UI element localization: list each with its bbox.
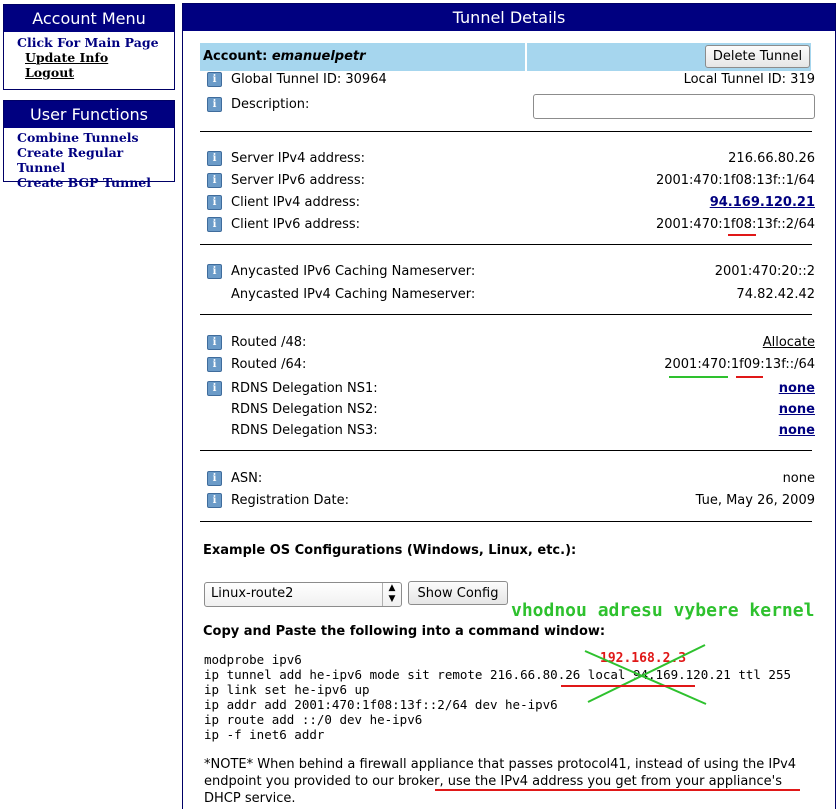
asn-value: none xyxy=(782,471,815,486)
asn-label: ASN: xyxy=(231,471,263,486)
info-icon[interactable]: i xyxy=(207,195,222,210)
client-ipv6-value: 2001:470:1f08:13f::2/64 xyxy=(655,217,815,232)
anycast-v4-label: Anycasted IPv4 Caching Nameserver: xyxy=(231,287,476,302)
tunnel-details-panel: Tunnel Details Account: emanuelpetr Dele… xyxy=(182,3,836,809)
logout-link[interactable]: Logout xyxy=(17,65,174,80)
combine-tunnels-link[interactable]: Combine Tunnels xyxy=(17,130,174,145)
divider xyxy=(200,450,812,451)
client-ipv4-link[interactable]: 94.169.120.21 xyxy=(710,193,815,213)
create-regular-tunnel-link[interactable]: Create Regular Tunnel xyxy=(17,145,174,175)
client-ipv4-row: i Client IPv4 address: 94.169.120.21 xyxy=(207,193,815,213)
os-select-value: Linux-route2 xyxy=(211,586,294,601)
info-icon[interactable]: i xyxy=(207,381,222,396)
info-icon[interactable]: i xyxy=(207,357,222,372)
divider xyxy=(200,314,812,315)
divider xyxy=(200,521,812,522)
account-name: emanuelpetr xyxy=(271,49,366,64)
updown-arrows-icon: ▲ ▼ xyxy=(382,583,401,606)
main-page-link[interactable]: Click For Main Page xyxy=(17,35,174,50)
info-icon[interactable]: i xyxy=(207,151,222,166)
anycast-v4-row: Anycasted IPv4 Caching Nameserver: 74.82… xyxy=(207,285,815,305)
routed64-row: i Routed /64: 2001:470:1f09:13f::/64 xyxy=(207,355,815,375)
rdns3-link[interactable]: none xyxy=(779,421,815,441)
client-ipv6-row: i Client IPv6 address: 2001:470:1f08:13f… xyxy=(207,215,815,235)
rdns3-label: RDNS Delegation NS3: xyxy=(231,423,378,438)
user-functions-panel: User Functions Combine Tunnels Create Re… xyxy=(3,100,175,190)
account-label: Account: emanuelpetr xyxy=(203,49,366,64)
info-icon[interactable]: i xyxy=(207,72,222,87)
rdns2-link[interactable]: none xyxy=(779,400,815,420)
rdns3-row: RDNS Delegation NS3: none xyxy=(207,421,815,441)
red-annotation-text: 192.168.2.3 xyxy=(600,651,687,666)
create-bgp-tunnel-link[interactable]: Create BGP Tunnel xyxy=(17,175,174,190)
registration-label: Registration Date: xyxy=(231,493,349,508)
client-ipv6-label: Client IPv6 address: xyxy=(231,217,360,232)
routed64-value: 2001:470:1f09:13f::/64 xyxy=(664,357,815,372)
client-ipv4-label: Client IPv4 address: xyxy=(231,195,360,210)
server-ipv6-label: Server IPv6 address: xyxy=(231,173,365,188)
info-icon[interactable]: i xyxy=(207,471,222,486)
info-icon[interactable]: i xyxy=(207,217,222,232)
routed48-row: i Routed /48: Allocate xyxy=(207,333,815,353)
account-bar: Account: emanuelpetr Delete Tunnel xyxy=(200,43,811,71)
os-config-title: Example OS Configurations (Windows, Linu… xyxy=(203,543,577,558)
allocate-link[interactable]: Allocate xyxy=(763,333,815,353)
registration-value: Tue, May 26, 2009 xyxy=(695,493,815,508)
green-annotation-text: vhodnou adresu vybere kernel xyxy=(511,600,815,621)
registration-row: i Registration Date: Tue, May 26, 2009 xyxy=(207,491,815,511)
account-menu-panel: Account Menu Click For Main Page Update … xyxy=(3,4,175,90)
info-icon[interactable]: i xyxy=(207,173,222,188)
server-ipv6-value: 2001:470:1f08:13f::1/64 xyxy=(655,173,815,188)
anycast-v4-value: 74.82.42.42 xyxy=(736,287,815,302)
global-tunnel-id: Global Tunnel ID: 30964 xyxy=(231,72,387,87)
user-functions-title: User Functions xyxy=(4,101,174,128)
config-code: modprobe ipv6 ip tunnel add he-ipv6 mode… xyxy=(204,652,791,742)
rdns1-link[interactable]: none xyxy=(779,379,815,399)
info-icon[interactable]: i xyxy=(207,493,222,508)
asn-row: i ASN: none xyxy=(207,469,815,489)
tunnel-id-row: i Global Tunnel ID: 30964 Local Tunnel I… xyxy=(207,70,815,90)
routed64-label: Routed /64: xyxy=(231,357,307,372)
anycast-v6-label: Anycasted IPv6 Caching Nameserver: xyxy=(231,264,476,279)
server-ipv4-row: i Server IPv4 address: 216.66.80.26 xyxy=(207,149,815,169)
server-ipv4-value: 216.66.80.26 xyxy=(728,151,815,166)
os-select[interactable]: Linux-route2 ▲ ▼ xyxy=(204,582,402,607)
info-icon[interactable]: i xyxy=(207,264,222,279)
account-label-text: Account: xyxy=(203,49,268,64)
description-input[interactable] xyxy=(533,94,815,119)
anycast-v6-row: i Anycasted IPv6 Caching Nameserver: 200… xyxy=(207,262,815,282)
account-bar-divider xyxy=(525,43,527,71)
routed48-label: Routed /48: xyxy=(231,335,307,350)
rdns2-row: RDNS Delegation NS2: none xyxy=(207,400,815,420)
update-info-link[interactable]: Update Info xyxy=(17,50,174,65)
server-ipv4-label: Server IPv4 address: xyxy=(231,151,365,166)
rdns1-label: RDNS Delegation NS1: xyxy=(231,381,378,396)
delete-tunnel-button[interactable]: Delete Tunnel xyxy=(705,45,810,68)
firewall-note: *NOTE* When behind a firewall appliance … xyxy=(204,757,797,806)
info-icon[interactable]: i xyxy=(207,97,222,112)
tunnel-details-title: Tunnel Details xyxy=(183,4,835,31)
local-tunnel-id: Local Tunnel ID: 319 xyxy=(683,72,815,87)
copy-paste-title: Copy and Paste the following into a comm… xyxy=(203,624,606,639)
divider xyxy=(200,131,812,132)
info-icon[interactable]: i xyxy=(207,335,222,350)
server-ipv6-row: i Server IPv6 address: 2001:470:1f08:13f… xyxy=(207,171,815,191)
rdns2-label: RDNS Delegation NS2: xyxy=(231,402,378,417)
show-config-button[interactable]: Show Config xyxy=(408,581,508,605)
account-menu-title: Account Menu xyxy=(4,5,174,32)
rdns1-row: i RDNS Delegation NS1: none xyxy=(207,379,815,399)
anycast-v6-value: 2001:470:20::2 xyxy=(714,264,815,279)
description-label: Description: xyxy=(231,97,310,112)
divider xyxy=(200,244,812,245)
